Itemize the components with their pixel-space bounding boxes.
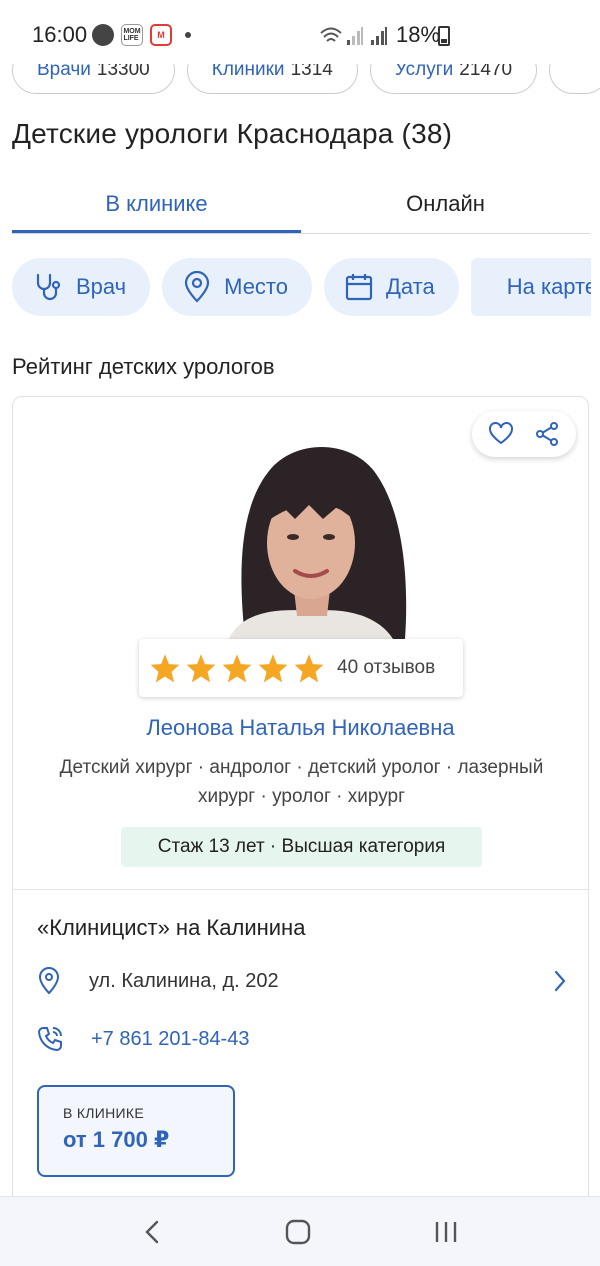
experience-badge: Стаж 13 лет · Высшая категория [121,827,482,867]
rating-heading: Рейтинг детских урологов [12,354,275,379]
price-in-clinic-button[interactable]: В КЛИНИКЕ от 1 700 ₽ [37,1085,235,1177]
magnit-app-icon: M [150,24,172,46]
price-label: В КЛИНИКЕ [63,1105,144,1121]
star-icon [222,654,252,683]
doctor-photo[interactable] [209,431,413,639]
app-notification-icon [92,24,114,46]
doctor-specialties: Детский хирург · андролог · детский урол… [59,757,544,807]
star-rating [149,653,325,683]
notification-icons: MOM LIFE M [92,24,191,46]
reviews-count: 40 отзывов [337,657,436,678]
back-icon[interactable] [142,1219,162,1245]
location-pin-icon [185,271,210,303]
filter-chips: Врач Место Дата На карте [12,258,591,316]
star-icon [294,654,324,683]
clinic-phone-row[interactable]: +7 861 201-84-43 [37,1019,249,1059]
status-time: 16:00 [32,22,88,47]
chevron-right-icon [554,970,566,992]
price-value: от 1 700 ₽ [63,1127,170,1152]
divider [13,889,588,890]
rating-box[interactable]: 40 отзывов [139,639,463,697]
more-notifications-icon [185,32,191,38]
clinic-address: ул. Калинина, д. 202 [89,969,279,992]
battery-icon [438,26,450,46]
calendar-icon [345,274,373,301]
clinic-address-row[interactable]: ул. Калинина, д. 202 [37,961,567,1001]
card-actions [472,411,576,457]
tabs: В клинике Онлайн [12,178,590,234]
star-icon [258,654,288,683]
momlife-app-icon: MOM LIFE [121,24,143,46]
stethoscope-icon [36,273,61,301]
home-icon[interactable] [285,1219,311,1245]
wifi-icon [320,27,342,42]
heart-icon[interactable] [488,422,514,446]
signal-2-icon [371,27,387,45]
doctor-name[interactable]: Леонова Наталья Николаевна [13,715,588,741]
share-icon[interactable] [534,421,560,447]
page-title: Детские урологи Краснодара (38) [12,118,453,149]
location-pin-icon [38,967,60,995]
tab-online[interactable]: Онлайн [301,178,590,233]
filter-place[interactable]: Место [162,258,312,316]
star-icon [150,654,180,683]
tab-in-clinic[interactable]: В клинике [12,178,301,233]
filter-on-map[interactable]: На карте [470,258,591,316]
doctor-card[interactable]: 40 отзывов Леонова Наталья Николаевна Де… [12,396,589,1226]
clinic-phone: +7 861 201-84-43 [91,1027,250,1050]
filter-date[interactable]: Дата [324,258,459,316]
phone-icon [37,1027,62,1052]
star-icon [186,654,216,683]
system-nav-bar [0,1196,600,1266]
filter-doctor[interactable]: Врач [12,258,151,316]
recent-apps-icon[interactable] [434,1220,458,1244]
battery-percent: 18% [396,22,441,47]
status-bar: 16:00 MOM LIFE M 18% [0,0,600,64]
signal-1-icon [347,27,363,45]
clinic-name[interactable]: «Клиницист» на Калинина [37,915,305,941]
